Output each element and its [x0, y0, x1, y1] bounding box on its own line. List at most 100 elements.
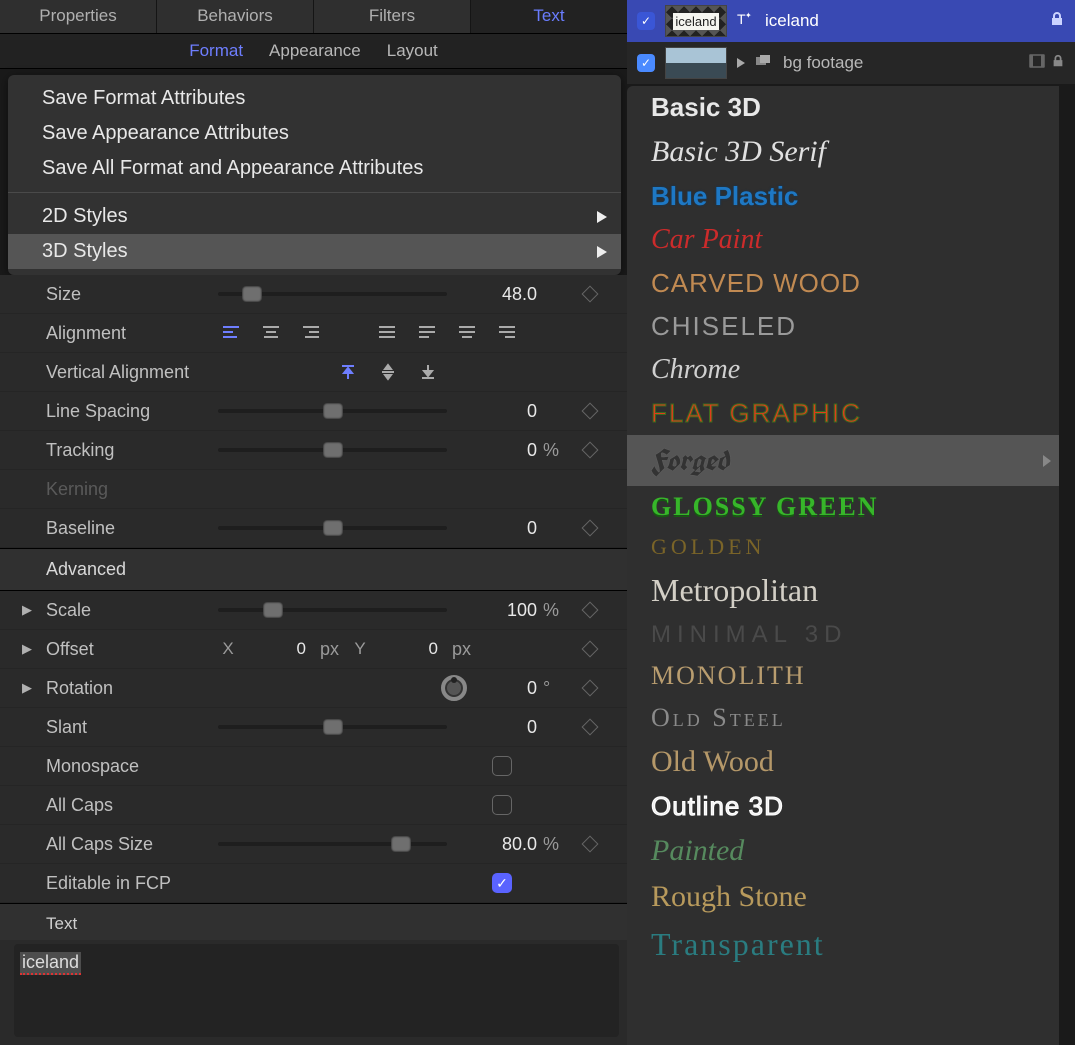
slider-thumb[interactable] [323, 442, 343, 458]
allcapssize-value[interactable]: 80.0 [467, 834, 537, 855]
baseline-slider[interactable] [218, 526, 447, 530]
layer-name[interactable]: bg footage [783, 53, 863, 73]
justify-left-icon[interactable] [414, 322, 440, 344]
text-content-area[interactable]: iceland [14, 944, 619, 1037]
editablefcp-checkbox[interactable] [492, 873, 512, 893]
tab-properties[interactable]: Properties [0, 0, 157, 33]
section-text: Text [0, 903, 627, 940]
valign-label: Vertical Alignment [46, 362, 218, 383]
style-metropolitan[interactable]: Metropolitan [627, 566, 1059, 615]
size-value[interactable]: 48.0 [467, 284, 537, 305]
rotation-value[interactable]: 0 [467, 678, 537, 699]
valign-top-icon[interactable] [335, 361, 361, 383]
tracking-value[interactable]: 0 [467, 440, 537, 461]
keyframe-icon[interactable] [582, 442, 599, 459]
style-chiseled[interactable]: CHISELED [627, 305, 1059, 348]
style-forged[interactable]: Forged [627, 435, 1059, 486]
style-outline-3d[interactable]: Outline 3D [627, 785, 1059, 828]
style-monolith[interactable]: MONOLITH [627, 655, 1059, 697]
menu-save-all[interactable]: Save All Format and Appearance Attribute… [8, 151, 621, 186]
allcaps-checkbox[interactable] [492, 795, 512, 815]
style-old-steel[interactable]: Old Steel [627, 697, 1059, 739]
style-old-wood[interactable]: Old Wood [627, 739, 1059, 785]
layer-name[interactable]: iceland [765, 11, 819, 31]
keyframe-icon[interactable] [582, 286, 599, 303]
align-center-icon[interactable] [258, 322, 284, 344]
size-slider[interactable] [218, 292, 447, 296]
linespacing-value[interactable]: 0 [467, 401, 537, 422]
layer-visibility-checkbox[interactable]: ✓ [637, 54, 655, 72]
slider-thumb[interactable] [242, 286, 262, 302]
slider-thumb[interactable] [323, 403, 343, 419]
keyframe-icon[interactable] [582, 641, 599, 658]
justify-right-icon[interactable] [494, 322, 520, 344]
menu-save-appearance[interactable]: Save Appearance Attributes [8, 116, 621, 151]
keyframe-icon[interactable] [582, 719, 599, 736]
allcapssize-slider[interactable] [218, 842, 447, 846]
style-basic-3d[interactable]: Basic 3D [627, 86, 1059, 129]
align-right-icon[interactable] [298, 322, 324, 344]
baseline-value[interactable]: 0 [467, 518, 537, 539]
scale-slider[interactable] [218, 608, 447, 612]
keyframe-icon[interactable] [582, 520, 599, 537]
lock-icon[interactable] [1051, 53, 1065, 73]
tab-text[interactable]: Text [471, 0, 627, 33]
subtab-format[interactable]: Format [189, 41, 243, 61]
align-left-icon[interactable] [218, 322, 244, 344]
menu-3d-styles[interactable]: 3D Styles [8, 234, 621, 269]
menu-2d-styles[interactable]: 2D Styles [8, 199, 621, 234]
style-glossy-green[interactable]: GLOSSY GREEN [627, 486, 1059, 528]
param-scale: ▶ Scale 100 % [0, 591, 627, 630]
rotation-dial[interactable] [441, 675, 467, 701]
keyframe-icon[interactable] [582, 836, 599, 853]
disclosure-icon[interactable]: ▶ [22, 641, 32, 657]
style-car-paint[interactable]: Car Paint [627, 218, 1059, 262]
style-minimal-3d[interactable]: MINIMAL 3D [627, 615, 1059, 655]
disclosure-icon[interactable] [737, 58, 745, 68]
justify-center-icon[interactable] [454, 322, 480, 344]
linespacing-label: Line Spacing [46, 401, 218, 422]
layer-row-bg[interactable]: ✓ bg footage [627, 42, 1075, 84]
tracking-slider[interactable] [218, 448, 447, 452]
style-flat-graphic[interactable]: FLAT GRAPHIC [627, 392, 1059, 435]
linespacing-slider[interactable] [218, 409, 447, 413]
justify-full-icon[interactable] [374, 322, 400, 344]
style-blue-plastic[interactable]: Blue Plastic [627, 175, 1059, 218]
style-carved-wood[interactable]: CARVED WOOD [627, 262, 1059, 305]
monospace-checkbox[interactable] [492, 756, 512, 776]
slider-thumb[interactable] [323, 719, 343, 735]
slider-thumb[interactable] [263, 602, 283, 618]
style-painted[interactable]: Painted [627, 828, 1059, 874]
disclosure-icon[interactable]: ▶ [22, 602, 32, 618]
slant-value[interactable]: 0 [467, 717, 537, 738]
lock-icon[interactable] [1049, 11, 1065, 32]
scale-value[interactable]: 100 [467, 600, 537, 621]
tab-behaviors[interactable]: Behaviors [157, 0, 314, 33]
subtab-layout[interactable]: Layout [387, 41, 438, 61]
offset-x-value[interactable]: 0 [246, 639, 306, 659]
valign-middle-icon[interactable] [375, 361, 401, 383]
slant-slider[interactable] [218, 725, 447, 729]
style-chrome[interactable]: Chrome [627, 348, 1059, 392]
tab-filters[interactable]: Filters [314, 0, 471, 33]
editablefcp-label: Editable in FCP [46, 873, 218, 894]
layer-row-iceland[interactable]: ✓ iceland T✦ iceland [627, 0, 1075, 42]
slider-thumb[interactable] [391, 836, 411, 852]
keyframe-icon[interactable] [582, 403, 599, 420]
layer-thumbnail [665, 47, 727, 79]
text-content[interactable]: iceland [20, 952, 81, 975]
style-rough-stone[interactable]: Rough Stone [627, 874, 1059, 920]
layer-visibility-checkbox[interactable]: ✓ [637, 12, 655, 30]
section-advanced[interactable]: Advanced [0, 548, 627, 591]
slider-thumb[interactable] [323, 520, 343, 536]
style-basic-3d-serif[interactable]: Basic 3D Serif [627, 129, 1059, 175]
offset-y-value[interactable]: 0 [378, 639, 438, 659]
keyframe-icon[interactable] [582, 602, 599, 619]
style-transparent[interactable]: Transparent [627, 920, 1059, 969]
menu-save-format[interactable]: Save Format Attributes [8, 81, 621, 116]
disclosure-icon[interactable]: ▶ [22, 680, 32, 696]
subtab-appearance[interactable]: Appearance [269, 41, 361, 61]
style-golden[interactable]: GOLDEN [627, 528, 1059, 566]
keyframe-icon[interactable] [582, 680, 599, 697]
valign-bottom-icon[interactable] [415, 361, 441, 383]
